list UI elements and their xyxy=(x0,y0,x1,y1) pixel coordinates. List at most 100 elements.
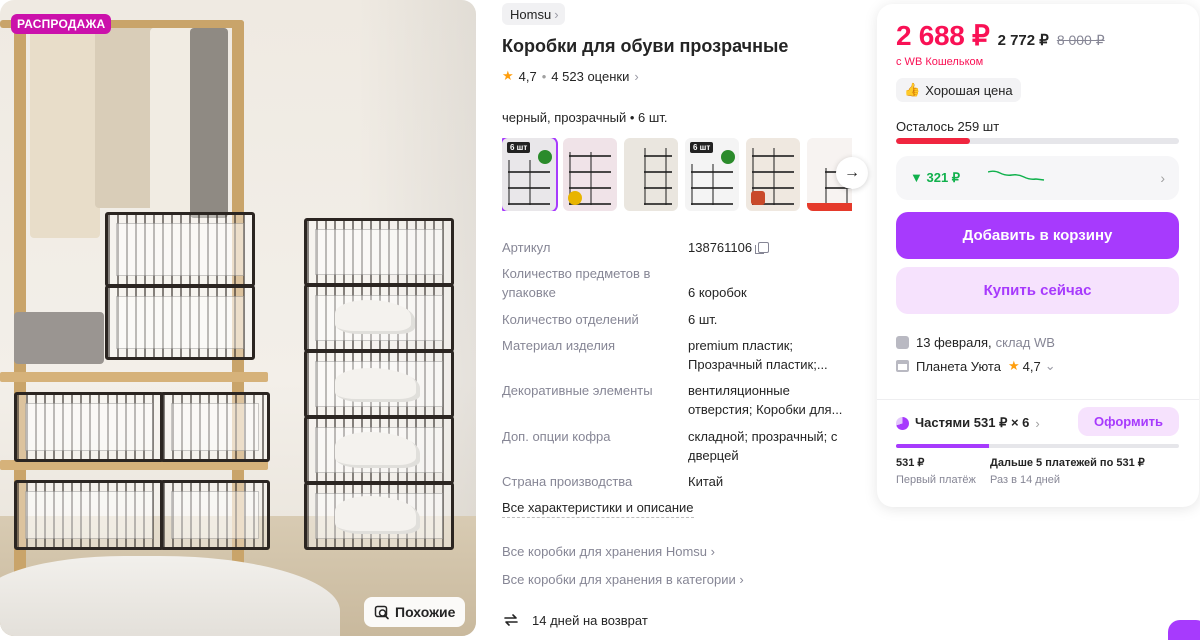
spec-value: Китай xyxy=(688,474,724,489)
brand-link[interactable]: Homsu › xyxy=(502,3,565,25)
chat-button[interactable] xyxy=(1168,620,1200,640)
delivery-warehouse: склад WB xyxy=(995,335,1055,350)
brand-category-link[interactable]: Все коробки для хранения Homsu › xyxy=(502,544,715,559)
photo-garment xyxy=(30,28,100,238)
next-payments-amount: Дальше 5 платежей по 531 ₽ xyxy=(990,457,1145,469)
product-title: Коробки для обуви прозрачные xyxy=(502,36,789,56)
brand-name: Homsu xyxy=(510,6,552,22)
photo-storage-box xyxy=(160,392,270,462)
photo-storage-box xyxy=(14,480,164,550)
seller-info[interactable]: Планета Уюта ★ 4,7 ⌄ xyxy=(896,358,1056,374)
seller-name: Планета Уюта xyxy=(916,358,1001,374)
category-link[interactable]: Все коробки для хранения в категории › xyxy=(502,572,744,587)
thumb-image xyxy=(691,164,733,205)
return-policy-text: 14 дней на возврат xyxy=(532,612,648,628)
thumbnails-next-arrow-icon[interactable]: → xyxy=(836,157,868,189)
variant-thumbnail[interactable] xyxy=(624,138,678,211)
spec-value: 6 шт. xyxy=(688,312,718,327)
first-payment: 531 ₽ Первый платёж xyxy=(896,456,976,486)
chevron-right-icon: › xyxy=(739,572,744,587)
good-price-label: Хорошая цена xyxy=(925,82,1013,98)
installment-progress xyxy=(896,444,1179,448)
photo-storage-box xyxy=(105,285,255,360)
photo-shelf xyxy=(0,372,268,382)
thumb-tag: 6 шт xyxy=(507,142,531,153)
spec-value: 6 коробок xyxy=(688,285,747,300)
product-photo[interactable]: РАСПРОДАЖА Похожие xyxy=(0,0,476,636)
price-row: 2 688 ₽ 2 772 ₽ 8 000 ₽ xyxy=(896,19,1105,52)
stock-progress-fill xyxy=(896,138,970,144)
wallet-note: с WB Кошельком xyxy=(896,56,984,68)
star-icon: ★ xyxy=(1007,358,1020,373)
similar-button[interactable]: Похожие xyxy=(364,597,466,627)
chevron-right-icon: › xyxy=(1035,415,1040,431)
all-specs-link[interactable]: Все характеристики и описание xyxy=(502,500,694,518)
thumb-badge xyxy=(807,203,852,211)
good-price-badge[interactable]: 👍 Хорошая цена xyxy=(896,78,1021,102)
return-policy: 14 дней на возврат xyxy=(502,611,648,629)
first-payment-amount: 531 ₽ xyxy=(896,457,925,469)
spec-key: Материал изделия xyxy=(502,338,616,353)
thumb-image xyxy=(508,160,550,205)
spec-key: Доп. опции кофра xyxy=(502,429,611,444)
thumb-image xyxy=(644,148,672,205)
spec-key: Декоративные элементы xyxy=(502,383,653,398)
spec-value: premium пластик; Прозрачный пластик;... xyxy=(688,338,828,372)
thumb-badge xyxy=(568,191,582,205)
card-divider xyxy=(877,399,1199,400)
wallet-price: 2 688 ₽ xyxy=(896,20,990,51)
copy-icon[interactable] xyxy=(755,242,770,254)
next-payments-label: Раз в 14 дней xyxy=(990,474,1061,486)
checkout-installment-button[interactable]: Оформить xyxy=(1078,407,1179,436)
category-link-label: Все коробки для хранения в категории xyxy=(502,572,736,587)
thumb-badge xyxy=(751,191,765,205)
rating-row[interactable]: ★ 4,7 • 4 523 оценки › xyxy=(502,68,639,84)
buy-now-button[interactable]: Купить сейчас xyxy=(896,267,1179,314)
thumb-tag: 6 шт xyxy=(690,142,714,153)
delivery-date: 13 февраля, xyxy=(916,335,992,350)
price-history[interactable]: ▼ 321 ₽ › xyxy=(896,156,1179,200)
stock-left: Осталось 259 шт xyxy=(896,119,1000,134)
photo-folded-clothes xyxy=(14,312,104,364)
seller-rating: 4,7 xyxy=(1022,358,1041,374)
installment-link[interactable]: Частями 531 ₽ × 6 › xyxy=(896,415,1040,431)
selected-variant: черный, прозрачный • 6 шт. xyxy=(502,110,668,125)
sale-badge: РАСПРОДАЖА xyxy=(11,14,112,34)
thumb-badge xyxy=(721,150,735,164)
search-similar-icon xyxy=(374,605,389,620)
brand-category-link-label: Все коробки для хранения Homsu xyxy=(502,544,708,559)
spec-value: 138761106 xyxy=(688,238,850,257)
variant-thumbnail[interactable] xyxy=(746,138,800,211)
shop-icon xyxy=(896,360,909,372)
reviews-count: 4 523 оценки xyxy=(551,68,630,84)
chevron-right-icon: › xyxy=(710,544,715,559)
stock-progress xyxy=(896,138,1179,144)
spec-key: Артикул xyxy=(502,240,551,255)
first-payment-label: Первый платёж xyxy=(896,474,976,486)
box-icon xyxy=(896,336,909,349)
variant-thumbnail[interactable]: 6 шт xyxy=(502,138,558,211)
photo-storage-box xyxy=(160,480,270,550)
return-arrows-icon xyxy=(504,614,518,626)
installment-label: Частями 531 ₽ × 6 xyxy=(915,415,1030,430)
rating-value: 4,7 xyxy=(518,68,537,84)
spec-key: Количество отделений xyxy=(502,312,639,327)
installment-pie-icon xyxy=(896,416,909,430)
spec-value: складной; прозрачный; с дверцей xyxy=(688,429,838,463)
chevron-down-icon: ⌄ xyxy=(1044,358,1056,373)
star-icon: ★ xyxy=(502,68,514,83)
spec-key: Количество предметов в упаковке xyxy=(502,266,651,300)
variant-thumbnail[interactable] xyxy=(563,138,617,211)
next-payments: Дальше 5 платежей по 531 ₽ Раз в 14 дней xyxy=(990,456,1145,486)
photo-garment xyxy=(190,28,228,218)
photo-shoe-box xyxy=(304,218,454,286)
price-drop: ▼ 321 ₽ xyxy=(910,170,961,185)
add-to-cart-button[interactable]: Добавить в корзину xyxy=(896,212,1179,259)
similar-button-label: Похожие xyxy=(395,604,456,620)
separator-dot: • xyxy=(541,68,547,84)
buy-card: 2 688 ₽ 2 772 ₽ 8 000 ₽ с WB Кошельком 👍… xyxy=(877,4,1199,507)
spec-key: Страна производства xyxy=(502,474,633,489)
variant-thumbnail[interactable]: 6 шт xyxy=(685,138,739,211)
delivery-info: 13 февраля, склад WB xyxy=(896,335,1055,350)
chevron-right-icon: › xyxy=(634,68,639,84)
